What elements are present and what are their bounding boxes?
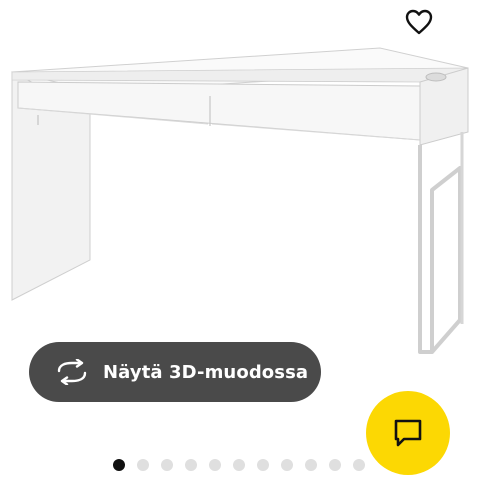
- carousel-dot[interactable]: [137, 459, 149, 471]
- favorite-button[interactable]: [399, 2, 439, 42]
- carousel-dot[interactable]: [281, 459, 293, 471]
- carousel-dot[interactable]: [185, 459, 197, 471]
- carousel-pagination: [113, 458, 365, 472]
- carousel-dot[interactable]: [305, 459, 317, 471]
- chat-button[interactable]: [366, 391, 450, 475]
- view-3d-button[interactable]: Näytä 3D-muodossa: [29, 342, 321, 402]
- chat-bubble-icon: [394, 419, 422, 447]
- carousel-dot[interactable]: [113, 459, 125, 471]
- carousel-dot[interactable]: [257, 459, 269, 471]
- product-gallery: Näytä 3D-muodossa: [0, 0, 480, 480]
- carousel-dot[interactable]: [209, 459, 221, 471]
- view-3d-label: Näytä 3D-muodossa: [103, 361, 309, 383]
- carousel-dot[interactable]: [233, 459, 245, 471]
- carousel-dot[interactable]: [161, 459, 173, 471]
- heart-outline-icon: [405, 9, 433, 35]
- carousel-dot[interactable]: [353, 459, 365, 471]
- rotate-3d-icon: [55, 355, 89, 389]
- carousel-dot[interactable]: [329, 459, 341, 471]
